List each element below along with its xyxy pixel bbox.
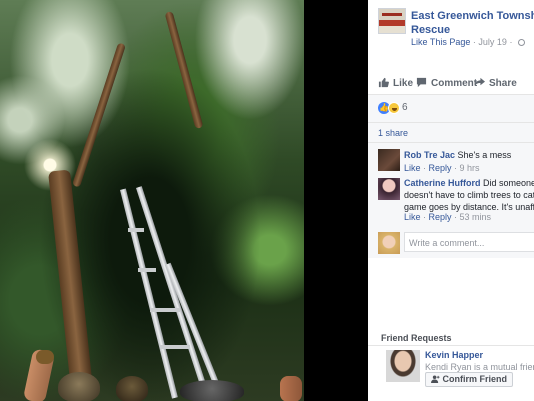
write-comment-row: Write a comment... [368, 230, 534, 258]
comment-reply-link[interactable]: Reply [429, 163, 452, 173]
comment-label: Comment [431, 78, 478, 89]
ladder-rail [165, 262, 220, 386]
comment-author[interactable]: Rob Tre Jac [404, 150, 455, 160]
like-label: Like [393, 78, 414, 89]
page-avatar[interactable] [378, 8, 406, 34]
thumbs-up-icon [378, 77, 389, 88]
firefighter-glove [36, 350, 54, 364]
firefighter-arm [280, 376, 302, 401]
avatar [378, 232, 400, 254]
shares-summary: 1 share [368, 122, 534, 142]
friend-request-name[interactable]: Kevin Happer [425, 350, 483, 360]
post-header: East Greenwich Township Fire Rescue Like… [368, 0, 534, 62]
comment-input[interactable]: Write a comment... [404, 232, 534, 252]
comment-like-link[interactable]: Like [404, 212, 421, 222]
comment-author[interactable]: Catherine Hufford [404, 178, 481, 188]
globe-icon [517, 39, 525, 46]
post-details-panel: East Greenwich Township Fire Rescue Like… [368, 0, 534, 401]
ladder-rung [138, 268, 156, 272]
share-label: Share [489, 78, 517, 89]
avatar[interactable] [378, 178, 400, 200]
comment-text: Rob Tre Jac She's a mess [404, 149, 534, 161]
post-meta: Like This Page · July 19 · [411, 37, 525, 47]
comment-time[interactable]: 9 hrs [460, 163, 480, 173]
mutual-friend-text[interactable]: Kendi Ryan is a mutual friend. [425, 362, 534, 372]
firefighter-head [116, 376, 148, 401]
comment-reply-link[interactable]: Reply [429, 212, 452, 222]
ladder-rung [160, 345, 190, 349]
firefighter-head [180, 380, 244, 401]
comment-body-line: doesn't have to climb trees to catch P [404, 190, 534, 200]
page-name-link[interactable]: East Greenwich Township Fire Rescue [411, 9, 534, 37]
comment-text: Catherine Hufford Did someone tell doesn… [404, 177, 534, 213]
comment-body: Did someone tell [483, 178, 534, 188]
comment-button[interactable]: Comment [416, 77, 477, 89]
comment-actions: Like · Reply · 9 hrs [404, 163, 480, 173]
share-button[interactable]: Share [474, 77, 517, 89]
reaction-count: 6 [402, 102, 408, 113]
like-page-link[interactable]: Like This Page [411, 37, 470, 47]
reactions-summary[interactable]: 👍 6 [368, 94, 534, 122]
confirm-friend-button[interactable]: Confirm Friend [425, 372, 514, 387]
ladder-rung [150, 308, 180, 312]
ladder-rung [128, 228, 144, 232]
tree-trunk [48, 169, 94, 401]
comment-actions: Like · Reply · 53 mins [404, 212, 492, 222]
like-button[interactable]: Like [378, 77, 413, 89]
share-arrow-icon [474, 77, 485, 87]
tree-branch [72, 42, 126, 188]
meta-separator: · [509, 37, 513, 47]
panel-spacer [368, 258, 534, 322]
avatar[interactable] [386, 350, 420, 382]
meta-separator: · [472, 37, 476, 47]
shares-link[interactable]: 1 share [378, 128, 408, 138]
comment-icon [416, 77, 427, 88]
photo-viewer-gap [304, 0, 368, 401]
comment-time[interactable]: 53 mins [460, 212, 492, 222]
tree-branch [164, 11, 204, 129]
avatar[interactable] [378, 149, 400, 171]
haha-reaction-icon [388, 102, 400, 114]
post-actions: Like Comment Share [368, 74, 534, 94]
firefighter-helmet [58, 372, 100, 401]
post-date[interactable]: July 19 [478, 37, 507, 47]
divider [368, 345, 534, 346]
comment-body: She's a mess [457, 150, 512, 160]
comment-like-link[interactable]: Like [404, 163, 421, 173]
add-friend-icon [431, 375, 440, 383]
post-photo[interactable] [0, 0, 304, 401]
friend-requests-title: Friend Requests [381, 333, 452, 343]
confirm-friend-label: Confirm Friend [442, 374, 508, 384]
